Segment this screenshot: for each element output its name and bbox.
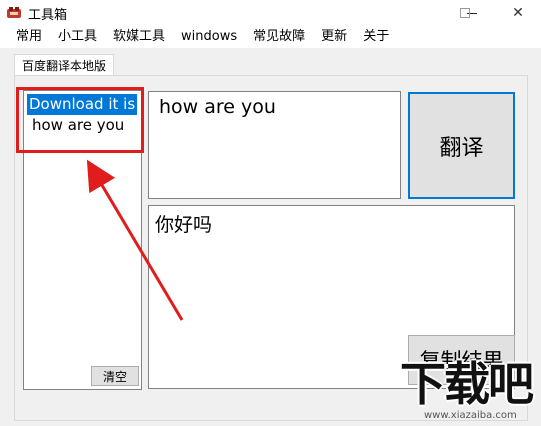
highlight-box: [16, 87, 144, 153]
window-title: 工具箱: [28, 8, 68, 23]
watermark-url: www.xiazaiba.com: [424, 410, 517, 421]
tab-baidu-translate[interactable]: 百度翻译本地版: [14, 54, 114, 76]
menu-item-common-faults[interactable]: 常见故障: [245, 26, 313, 48]
menu-item-common[interactable]: 常用: [8, 26, 50, 48]
translate-button[interactable]: 翻译: [408, 92, 515, 199]
clear-button[interactable]: 清空: [91, 366, 139, 386]
maximize-icon[interactable]: [460, 8, 470, 18]
minimize-button[interactable]: [449, 0, 495, 26]
menu-item-ruanmei-tools[interactable]: 软媒工具: [105, 26, 173, 48]
menu-item-small-tools[interactable]: 小工具: [50, 26, 105, 48]
title-bar: 工具箱 ✕: [0, 0, 541, 26]
source-text-input[interactable]: how are you: [148, 91, 401, 199]
close-button[interactable]: ✕: [495, 0, 541, 26]
menu-item-windows[interactable]: windows: [173, 26, 245, 48]
app-icon: [7, 7, 21, 18]
app-window: 工具箱 ✕ 常用 小工具 软媒工具 windows 常见故障 更新 关于 百度翻…: [0, 0, 541, 426]
close-icon: ✕: [512, 5, 524, 21]
menu-bar: 常用 小工具 软媒工具 windows 常见故障 更新 关于: [0, 26, 541, 48]
menu-item-about[interactable]: 关于: [355, 26, 397, 48]
menu-item-update[interactable]: 更新: [313, 26, 355, 48]
watermark-logo: 下载吧: [400, 357, 534, 411]
